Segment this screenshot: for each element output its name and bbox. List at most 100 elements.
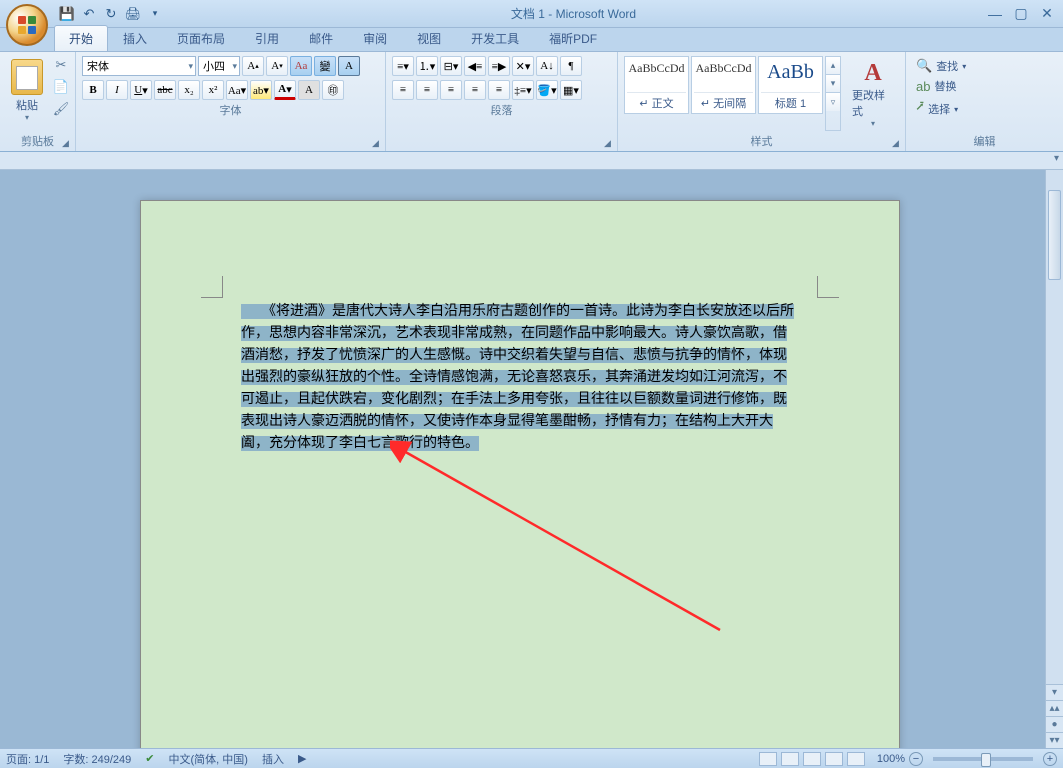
tab-references[interactable]: 引用 [240,25,294,51]
view-draft[interactable] [847,752,865,766]
shading-button[interactable]: 🪣▾ [536,80,558,100]
copy-icon[interactable]: 📄 [52,78,70,96]
qat-more-icon[interactable]: ▾ [146,5,164,23]
proofing-icon[interactable]: ✔ [145,752,154,765]
view-web[interactable] [803,752,821,766]
zoom-out-button[interactable]: − [909,752,923,766]
indent-right-button[interactable]: ≡▶ [488,56,510,76]
sort-button[interactable]: A↓ [536,56,558,76]
styles-launcher-icon[interactable]: ◢ [892,138,902,148]
grow-font-button[interactable]: A▴ [242,56,264,76]
borders-button[interactable]: ▦▾ [560,80,582,100]
strikethrough-button[interactable]: abc [154,80,176,100]
status-language[interactable]: 中文(简体, 中国) [169,751,248,767]
numbering-button[interactable]: ⒈▾ [416,56,438,76]
highlight-button[interactable]: ab▾ [250,80,272,100]
superscript-button[interactable]: x² [202,80,224,100]
gallery-up-icon[interactable]: ▴ [826,57,840,75]
ruler [0,152,1063,170]
cut-icon[interactable]: ✂ [52,56,70,74]
maximize-button[interactable]: ▢ [1009,5,1033,23]
replace-icon: ab [916,79,930,94]
shrink-font-button[interactable]: A▾ [266,56,288,76]
char-shading-button[interactable]: A [298,80,320,100]
line-spacing-button[interactable]: ‡≡▾ [512,80,534,100]
zoom-slider[interactable] [933,757,1033,761]
quick-access-toolbar: 💾 ↶ ↻ 🖨 ▾ [58,5,164,23]
document-text[interactable]: 《将进酒》是唐代大诗人李白沿用乐府古题创作的一首诗。此诗为李白长安放还以后所作，… [241,301,799,455]
scroll-thumb[interactable] [1048,190,1061,280]
justify-button[interactable]: ≡ [464,80,486,100]
ltr-button[interactable]: ✕▾ [512,56,534,76]
gallery-more-icon[interactable]: ▿ [826,93,840,111]
page[interactable]: 《将进酒》是唐代大诗人李白沿用乐府古题创作的一首诗。此诗为李白长安放还以后所作，… [140,200,900,748]
show-marks-button[interactable]: ¶ [560,56,582,76]
font-name-combo[interactable]: 宋体 [82,56,196,76]
indent-left-button[interactable]: ◀≡ [464,56,486,76]
status-page[interactable]: 页面: 1/1 [6,751,49,767]
tab-insert[interactable]: 插入 [108,25,162,51]
multilevel-button[interactable]: ⊟▾ [440,56,462,76]
tab-foxit[interactable]: 福昕PDF [534,25,612,51]
tab-review[interactable]: 审阅 [348,25,402,51]
minimize-button[interactable]: — [983,5,1007,23]
style-heading1[interactable]: AaBb 标题 1 [758,56,823,114]
zoom-level[interactable]: 100% [877,753,905,765]
format-painter-icon[interactable]: 🖌 [52,100,70,118]
phonetic-guide-button[interactable]: 變 [314,56,336,76]
close-button[interactable]: ✕ [1035,5,1059,23]
char-border-button[interactable]: A [338,56,360,76]
style-no-spacing[interactable]: AaBbCcDd ↵ 无间隔 [691,56,756,114]
next-page-icon[interactable]: ▾▾ [1046,732,1063,748]
margin-mark [817,276,839,298]
replace-button[interactable]: ab替换 [912,76,1057,96]
font-size-combo[interactable]: 小四 [198,56,240,76]
gallery-down-icon[interactable]: ▾ [826,75,840,93]
underline-button[interactable]: U▾ [130,80,152,100]
clear-format-button[interactable]: Aa [290,56,312,76]
find-button[interactable]: 🔍查找▾ [912,56,1057,76]
align-right-button[interactable]: ≡ [440,80,462,100]
font-color-button[interactable]: A▾ [274,80,296,100]
undo-icon[interactable]: ↶ [80,5,98,23]
save-icon[interactable]: 💾 [58,5,76,23]
font-launcher-icon[interactable]: ◢ [372,138,382,148]
office-button[interactable] [6,4,48,46]
italic-button[interactable]: I [106,80,128,100]
status-insert-mode[interactable]: 插入 [262,751,284,767]
view-outline[interactable] [825,752,843,766]
zoom-in-button[interactable]: + [1043,752,1057,766]
tab-home[interactable]: 开始 [54,25,108,51]
browse-object-icon[interactable]: ● [1046,716,1063,732]
paragraph-launcher-icon[interactable]: ◢ [604,138,614,148]
change-styles-button[interactable]: A 更改样式 ▾ [847,56,899,131]
align-left-button[interactable]: ≡ [392,80,414,100]
distribute-button[interactable]: ≡ [488,80,510,100]
paste-button[interactable]: 粘贴 ▾ [6,56,48,131]
vertical-scrollbar[interactable]: ▾ ▴▴ ● ▾▾ [1045,170,1063,748]
print-preview-icon[interactable]: 🖨 [124,5,142,23]
prev-page-icon[interactable]: ▴▴ [1046,700,1063,716]
ribbon: 粘贴 ▾ ✂ 📄 🖌 剪贴板 ◢ 宋体 小四 A▴ A▾ Aa 變 A B I … [0,52,1063,152]
select-button[interactable]: ⭷选择▾ [912,96,1057,122]
tab-mailings[interactable]: 邮件 [294,25,348,51]
change-case-button[interactable]: Aa▾ [226,80,248,100]
tab-view[interactable]: 视图 [402,25,456,51]
macro-icon[interactable]: ▶ [298,752,306,765]
clipboard-launcher-icon[interactable]: ◢ [62,138,72,148]
scroll-down-icon[interactable]: ▾ [1046,684,1063,700]
select-icon: ⭷ [916,98,924,120]
view-full-screen[interactable] [781,752,799,766]
group-paragraph: ≡▾ ⒈▾ ⊟▾ ◀≡ ≡▶ ✕▾ A↓ ¶ ≡ ≡ ≡ ≡ ≡ ‡≡▾ 🪣▾ … [386,52,618,151]
bold-button[interactable]: B [82,80,104,100]
status-words[interactable]: 字数: 249/249 [63,751,131,767]
redo-icon[interactable]: ↻ [102,5,120,23]
bullets-button[interactable]: ≡▾ [392,56,414,76]
style-normal[interactable]: AaBbCcDd ↵ 正文 [624,56,689,114]
tab-developer[interactable]: 开发工具 [456,25,534,51]
align-center-button[interactable]: ≡ [416,80,438,100]
subscript-button[interactable]: x₂ [178,80,200,100]
tab-layout[interactable]: 页面布局 [162,25,240,51]
view-print-layout[interactable] [759,752,777,766]
enclose-char-button[interactable]: ㊞ [322,80,344,100]
